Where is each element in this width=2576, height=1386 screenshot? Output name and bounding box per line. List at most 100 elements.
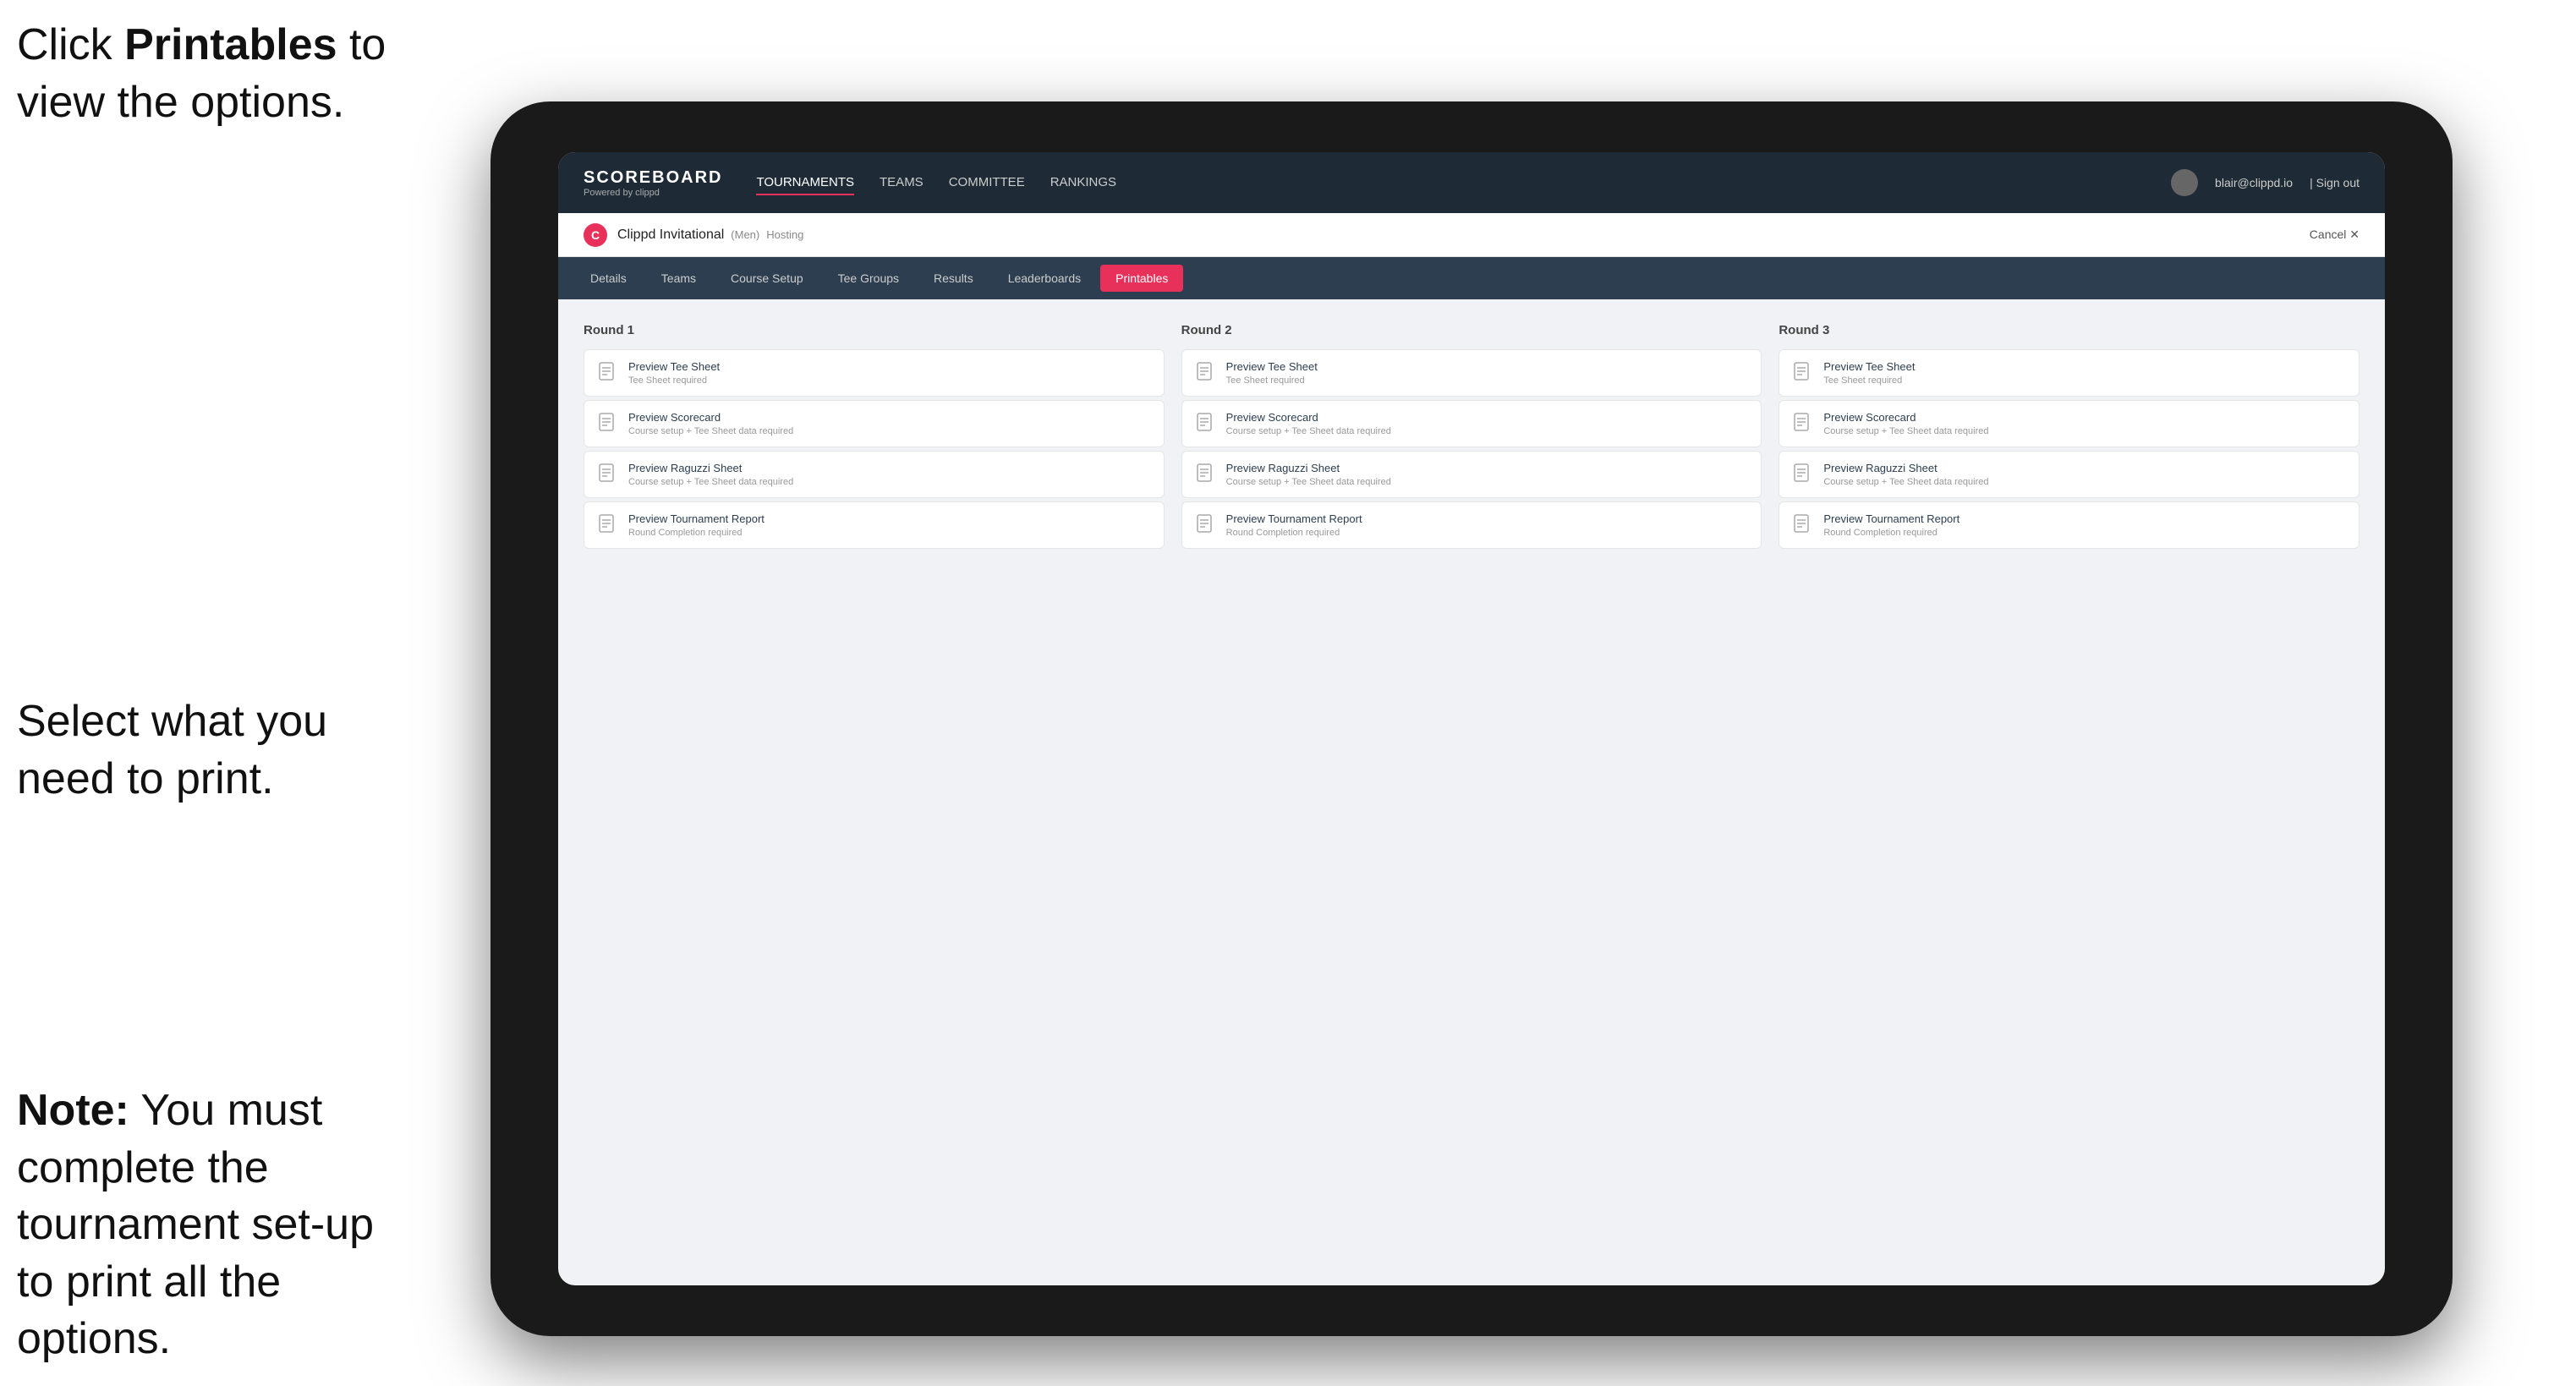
document-icon — [1196, 463, 1216, 487]
annotation-top: Click Printables toview the options. — [17, 17, 423, 131]
card-subtitle: Course setup + Tee Sheet data required — [1226, 426, 1391, 436]
card-title: Preview Scorecard — [1226, 411, 1391, 424]
card-title: Preview Tournament Report — [1823, 512, 1959, 525]
tablet-device: SCOREBOARD Powered by clippd TOURNAMENTS… — [491, 101, 2453, 1336]
round-3-scorecard[interactable]: Preview Scorecard Course setup + Tee She… — [1779, 400, 2360, 447]
round-2-scorecard-text: Preview Scorecard Course setup + Tee She… — [1226, 411, 1391, 436]
card-title: Preview Tee Sheet — [628, 360, 720, 373]
card-title: Preview Tournament Report — [1226, 512, 1362, 525]
rounds-grid: Round 1 Preview Tee Sheet Tee S — [584, 323, 2360, 549]
note-bold: Note: — [17, 1086, 129, 1135]
card-subtitle: Course setup + Tee Sheet data required — [1823, 426, 1988, 436]
card-subtitle: Course setup + Tee Sheet data required — [628, 477, 793, 487]
tournament-name: Clippd Invitational — [617, 227, 724, 243]
card-subtitle: Round Completion required — [1226, 528, 1362, 538]
annotation-bottom: Note: You mustcomplete thetournament set… — [17, 1082, 423, 1368]
document-icon — [1793, 463, 1813, 487]
nav-tournaments[interactable]: TOURNAMENTS — [756, 171, 854, 195]
card-subtitle: Course setup + Tee Sheet data required — [1226, 477, 1391, 487]
round-2-scorecard[interactable]: Preview Scorecard Course setup + Tee She… — [1181, 400, 1762, 447]
round-3-scorecard-text: Preview Scorecard Course setup + Tee She… — [1823, 411, 1988, 436]
printables-bold: Printables — [124, 20, 337, 69]
round-2-section: Round 2 Preview Tee Sheet Tee S — [1181, 323, 1762, 549]
document-icon — [598, 413, 618, 436]
document-icon — [598, 362, 618, 386]
nav-teams[interactable]: TEAMS — [880, 171, 924, 195]
sub-navigation: Details Teams Course Setup Tee Groups Re… — [558, 257, 2385, 299]
card-subtitle: Tee Sheet required — [1823, 375, 1915, 386]
round-1-tee-sheet[interactable]: Preview Tee Sheet Tee Sheet required — [584, 349, 1165, 397]
tournament-bar: C Clippd Invitational (Men) Hosting Canc… — [558, 213, 2385, 257]
document-icon — [1793, 362, 1813, 386]
card-subtitle: Tee Sheet required — [628, 375, 720, 386]
nav-rankings[interactable]: RANKINGS — [1050, 171, 1116, 195]
tournament-type: (Men) — [731, 228, 759, 241]
card-title: Preview Tournament Report — [628, 512, 765, 525]
round-2-raguzzi-sheet[interactable]: Preview Raguzzi Sheet Course setup + Tee… — [1181, 451, 1762, 498]
round-1-cards: Preview Tee Sheet Tee Sheet required — [584, 349, 1165, 549]
round-2-raguzzi-text: Preview Raguzzi Sheet Course setup + Tee… — [1226, 462, 1391, 487]
top-nav-links: TOURNAMENTS TEAMS COMMITTEE RANKINGS — [756, 171, 2171, 195]
round-1-raguzzi-text: Preview Raguzzi Sheet Course setup + Tee… — [628, 462, 793, 487]
user-email: blair@clippd.io — [2215, 176, 2293, 189]
round-3-tee-sheet[interactable]: Preview Tee Sheet Tee Sheet required — [1779, 349, 2360, 397]
card-subtitle: Round Completion required — [628, 528, 765, 538]
document-icon — [1793, 413, 1813, 436]
round-3-label: Round 3 — [1779, 323, 2360, 337]
card-title: Preview Tee Sheet — [1823, 360, 1915, 373]
main-content: Round 1 Preview Tee Sheet Tee S — [558, 299, 2385, 1285]
card-title: Preview Scorecard — [1823, 411, 1988, 424]
tournament-logo: C — [584, 223, 607, 247]
document-icon — [1196, 514, 1216, 538]
round-1-scorecard-text: Preview Scorecard Course setup + Tee She… — [628, 411, 793, 436]
round-3-tournament-report-text: Preview Tournament Report Round Completi… — [1823, 512, 1959, 538]
card-title: Preview Raguzzi Sheet — [1823, 462, 1988, 474]
round-3-tournament-report[interactable]: Preview Tournament Report Round Completi… — [1779, 501, 2360, 549]
card-subtitle: Round Completion required — [1823, 528, 1959, 538]
nav-committee[interactable]: COMMITTEE — [949, 171, 1025, 195]
round-1-scorecard[interactable]: Preview Scorecard Course setup + Tee She… — [584, 400, 1165, 447]
tournament-status: Hosting — [766, 228, 803, 241]
tab-details[interactable]: Details — [575, 265, 642, 292]
card-title: Preview Raguzzi Sheet — [1226, 462, 1391, 474]
document-icon — [1196, 362, 1216, 386]
document-icon — [1793, 514, 1813, 538]
tab-results[interactable]: Results — [918, 265, 989, 292]
tab-teams[interactable]: Teams — [646, 265, 711, 292]
annotation-middle: Select what youneed to print. — [17, 693, 423, 808]
card-subtitle: Course setup + Tee Sheet data required — [1823, 477, 1988, 487]
document-icon — [1196, 413, 1216, 436]
top-nav-right: blair@clippd.io | Sign out — [2171, 169, 2360, 196]
round-3-raguzzi-text: Preview Raguzzi Sheet Course setup + Tee… — [1823, 462, 1988, 487]
round-1-label: Round 1 — [584, 323, 1165, 337]
tab-leaderboards[interactable]: Leaderboards — [993, 265, 1096, 292]
card-subtitle: Course setup + Tee Sheet data required — [628, 426, 793, 436]
round-1-section: Round 1 Preview Tee Sheet Tee S — [584, 323, 1165, 549]
round-1-tournament-report[interactable]: Preview Tournament Report Round Completi… — [584, 501, 1165, 549]
card-title: Preview Raguzzi Sheet — [628, 462, 793, 474]
round-3-tee-sheet-text: Preview Tee Sheet Tee Sheet required — [1823, 360, 1915, 386]
tablet-screen: SCOREBOARD Powered by clippd TOURNAMENTS… — [558, 152, 2385, 1285]
tab-printables[interactable]: Printables — [1100, 265, 1183, 292]
round-3-raguzzi-sheet[interactable]: Preview Raguzzi Sheet Course setup + Tee… — [1779, 451, 2360, 498]
tab-tee-groups[interactable]: Tee Groups — [823, 265, 914, 292]
round-3-section: Round 3 Preview Tee Sheet Tee S — [1779, 323, 2360, 549]
cancel-button[interactable]: Cancel ✕ — [2310, 227, 2360, 242]
round-2-tee-sheet-text: Preview Tee Sheet Tee Sheet required — [1226, 360, 1318, 386]
user-avatar — [2171, 169, 2198, 196]
sign-out-link[interactable]: | Sign out — [2310, 176, 2360, 189]
document-icon — [598, 514, 618, 538]
document-icon — [598, 463, 618, 487]
logo-title: SCOREBOARD — [584, 168, 722, 188]
card-subtitle: Tee Sheet required — [1226, 375, 1318, 386]
round-3-cards: Preview Tee Sheet Tee Sheet required — [1779, 349, 2360, 549]
logo-subtitle: Powered by clippd — [584, 188, 722, 198]
card-title: Preview Tee Sheet — [1226, 360, 1318, 373]
tab-course-setup[interactable]: Course Setup — [715, 265, 819, 292]
round-2-tournament-report-text: Preview Tournament Report Round Completi… — [1226, 512, 1362, 538]
round-1-raguzzi-sheet[interactable]: Preview Raguzzi Sheet Course setup + Tee… — [584, 451, 1165, 498]
top-navigation: SCOREBOARD Powered by clippd TOURNAMENTS… — [558, 152, 2385, 213]
round-2-cards: Preview Tee Sheet Tee Sheet required — [1181, 349, 1762, 549]
round-2-tournament-report[interactable]: Preview Tournament Report Round Completi… — [1181, 501, 1762, 549]
round-2-tee-sheet[interactable]: Preview Tee Sheet Tee Sheet required — [1181, 349, 1762, 397]
